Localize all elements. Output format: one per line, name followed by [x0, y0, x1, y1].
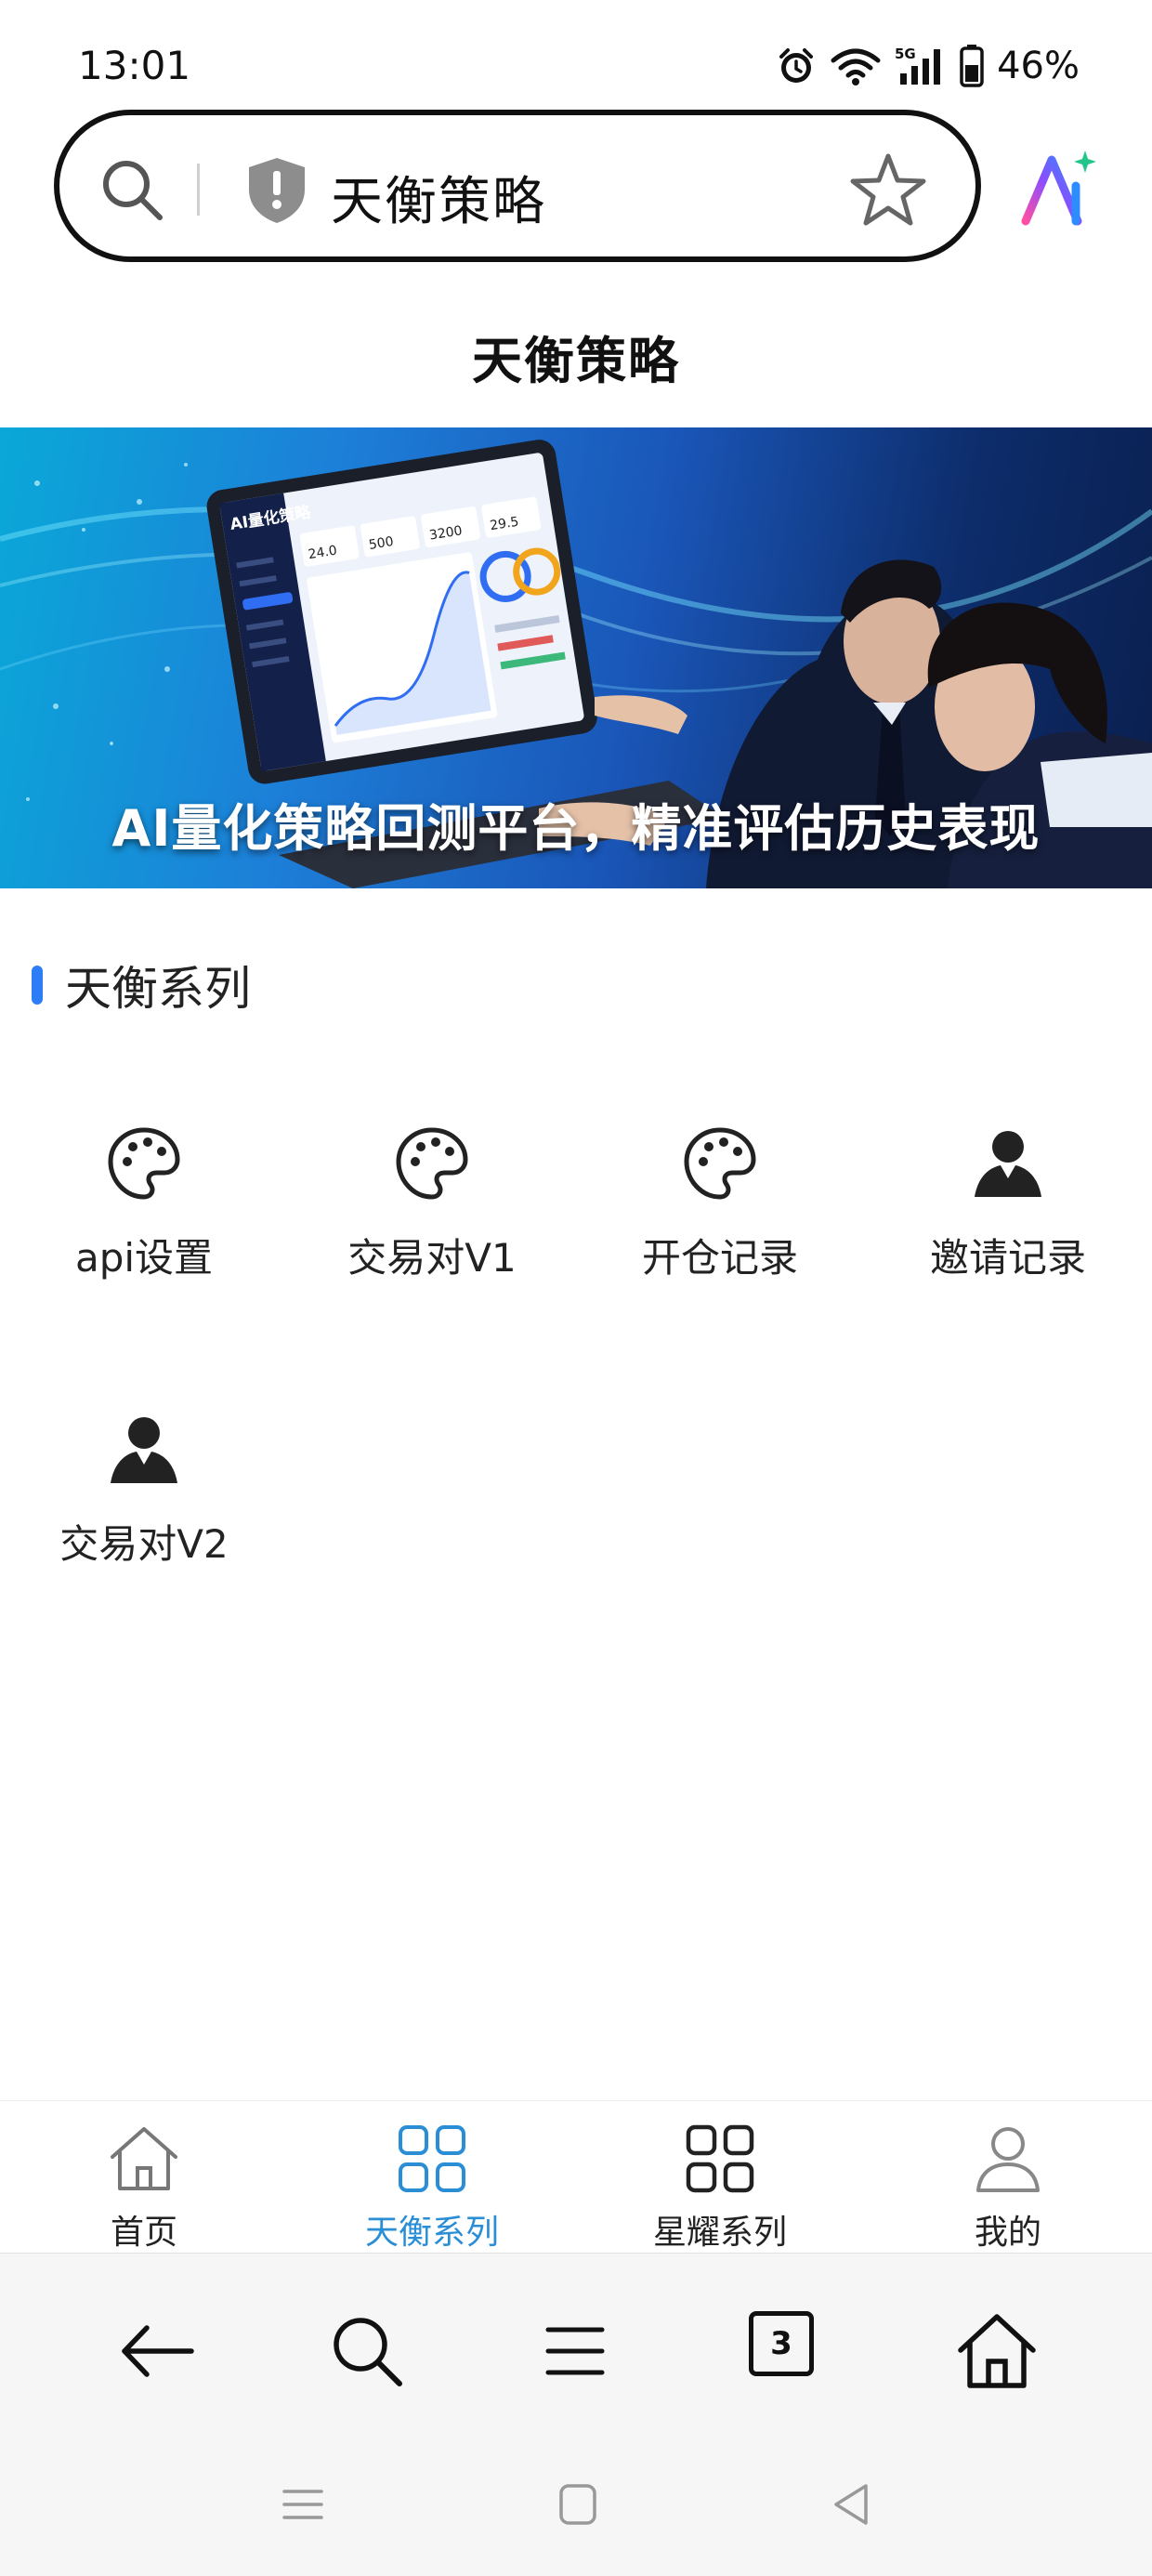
home-square-icon[interactable] — [550, 2477, 606, 2532]
grid-item-label: api设置 — [74, 1235, 214, 1281]
section-title: 天衡系列 — [65, 962, 251, 1016]
shield-warning-icon[interactable] — [242, 154, 312, 225]
star-icon[interactable] — [849, 151, 927, 229]
tab-mine[interactable]: 我的 — [864, 2101, 1152, 2254]
hero-banner[interactable]: AI量化策略 24.0 500 3200 29.5 AI量化策略回测平台，精准评… — [0, 427, 1152, 888]
grid-item-pair-v2[interactable]: 交易对V2 — [0, 1413, 288, 1589]
palette-icon — [684, 1127, 756, 1200]
back-arrow-icon[interactable] — [115, 2309, 199, 2393]
grid-item-label: 开仓记录 — [641, 1235, 798, 1281]
tabs-icon[interactable]: 3 — [749, 2311, 814, 2376]
grid-item-open-records[interactable]: 开仓记录 — [576, 1126, 864, 1303]
address-divider — [197, 164, 200, 216]
banner-caption: AI量化策略回测平台，精准评估历史表现 — [111, 799, 1041, 858]
home-icon[interactable] — [955, 2309, 1039, 2393]
grid-icon — [686, 2124, 754, 2193]
tab-label: 我的 — [974, 2214, 1041, 2252]
user-icon — [975, 1131, 1041, 1197]
bottom-tab-bar: 首页 天衡系列 星耀系列 我的 — [0, 2100, 1152, 2253]
search-icon[interactable] — [95, 152, 169, 227]
palette-icon — [396, 1127, 468, 1200]
status-bar: 13:01 5G 46% — [0, 0, 1152, 102]
wifi-icon — [831, 48, 881, 85]
grid-item-pair-v1[interactable]: 交易对V1 — [288, 1126, 576, 1303]
tab-tianheng-series[interactable]: 天衡系列 — [288, 2101, 576, 2254]
user-outline-icon — [976, 2127, 1040, 2192]
menu-icon[interactable] — [533, 2309, 617, 2393]
home-icon — [111, 2127, 177, 2190]
cellular-signal-icon: 5G — [895, 46, 941, 85]
page-title: 天衡策略 — [472, 332, 680, 390]
recent-apps-icon[interactable] — [275, 2477, 331, 2532]
grid-item-invite-records[interactable]: 邀请记录 — [864, 1126, 1152, 1303]
tab-label: 天衡系列 — [364, 2214, 499, 2252]
network-label: 5G — [895, 46, 916, 62]
back-triangle-icon[interactable] — [823, 2477, 879, 2532]
tab-xingyao-series[interactable]: 星耀系列 — [576, 2101, 864, 2254]
grid-item-api-settings[interactable]: api设置 — [0, 1126, 288, 1303]
section-accent-bar — [32, 966, 43, 1005]
grid-icon — [399, 2125, 465, 2192]
status-icons: 5G 46% — [776, 41, 1080, 91]
grid-item-label: 交易对V1 — [347, 1235, 517, 1281]
tab-label: 星耀系列 — [652, 2214, 787, 2252]
browser-nav-bar: 3 — [0, 2253, 1152, 2576]
ai-assistant-icon[interactable] — [1018, 147, 1100, 229]
user-icon — [111, 1417, 177, 1483]
tab-home[interactable]: 首页 — [0, 2101, 288, 2254]
search-icon[interactable] — [325, 2309, 409, 2393]
address-text[interactable]: 天衡策略 — [331, 160, 546, 235]
section-header: 天衡系列 — [32, 957, 251, 1016]
address-bar[interactable]: 天衡策略 — [54, 110, 981, 262]
battery-percent: 46% — [997, 45, 1080, 87]
grid-item-label: 邀请记录 — [929, 1235, 1086, 1281]
tab-label: 首页 — [110, 2214, 177, 2252]
status-time: 13:01 — [78, 43, 191, 88]
battery-icon — [960, 45, 984, 87]
alarm-icon — [779, 48, 814, 83]
grid-item-label: 交易对V2 — [59, 1521, 229, 1567]
palette-icon — [108, 1127, 180, 1200]
